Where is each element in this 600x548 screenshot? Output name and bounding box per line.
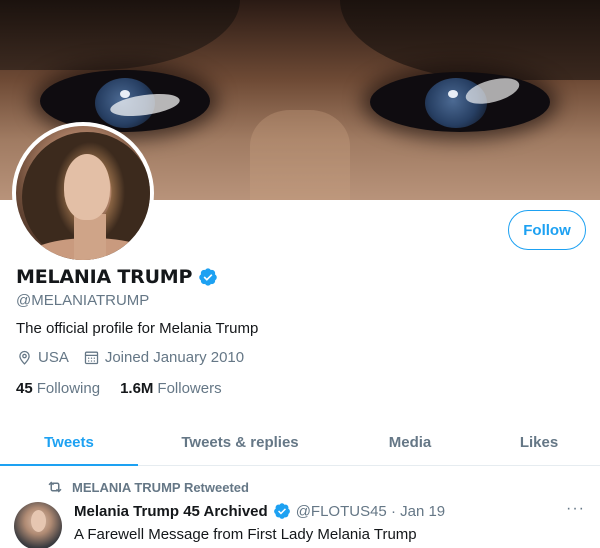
profile-bio: The official profile for Melania Trump (16, 320, 259, 337)
profile-meta: USA Joined January 2010 (16, 349, 258, 366)
followers-label: Followers (157, 380, 222, 397)
profile-location: USA (16, 349, 69, 366)
tweet-author-avatar[interactable] (14, 502, 62, 548)
profile-display-name: MELANIA TRUMP (16, 266, 193, 288)
retweet-icon (48, 481, 62, 493)
tab-likes[interactable]: Likes (478, 420, 600, 465)
profile-handle: @MELANIATRUMP (16, 292, 150, 309)
tweet-text: A Farewell Message from First Lady Melan… (74, 526, 417, 543)
location-text: USA (38, 349, 69, 366)
profile-stats: 45 Following 1.6M Followers (16, 380, 242, 397)
profile-tabs: Tweets Tweets & replies Media Likes (0, 420, 600, 466)
tab-tweets-replies[interactable]: Tweets & replies (138, 420, 342, 465)
tweet-header: Melania Trump 45 Archived @FLOTUS45 · Ja… (74, 502, 445, 520)
calendar-icon (84, 351, 99, 365)
more-dots-icon[interactable]: ··· (566, 500, 585, 518)
following-label: Following (36, 380, 101, 397)
tab-tweets[interactable]: Tweets (0, 420, 138, 466)
joined-text: Joined January 2010 (104, 349, 245, 366)
profile-avatar[interactable] (12, 122, 154, 264)
following-count: 45 (16, 380, 33, 397)
verified-badge-icon (273, 503, 290, 519)
retweet-label: MELANIA TRUMP Retweeted (72, 479, 249, 495)
following-stat[interactable]: 45 Following (16, 380, 100, 397)
profile-name-row: MELANIA TRUMP (16, 266, 218, 288)
tab-media[interactable]: Media (342, 420, 478, 465)
tweet-handle-date[interactable]: @FLOTUS45 · Jan 19 (296, 503, 445, 520)
tweet-author-name[interactable]: Melania Trump 45 Archived (74, 503, 268, 520)
follow-button[interactable]: Follow (508, 210, 586, 250)
location-pin-icon (19, 350, 30, 365)
followers-count: 1.6M (120, 380, 154, 397)
verified-badge-icon (199, 268, 217, 286)
profile-joined: Joined January 2010 (83, 349, 244, 366)
followers-stat[interactable]: 1.6M Followers (120, 380, 222, 397)
retweet-context: MELANIA TRUMP Retweeted (46, 478, 249, 496)
